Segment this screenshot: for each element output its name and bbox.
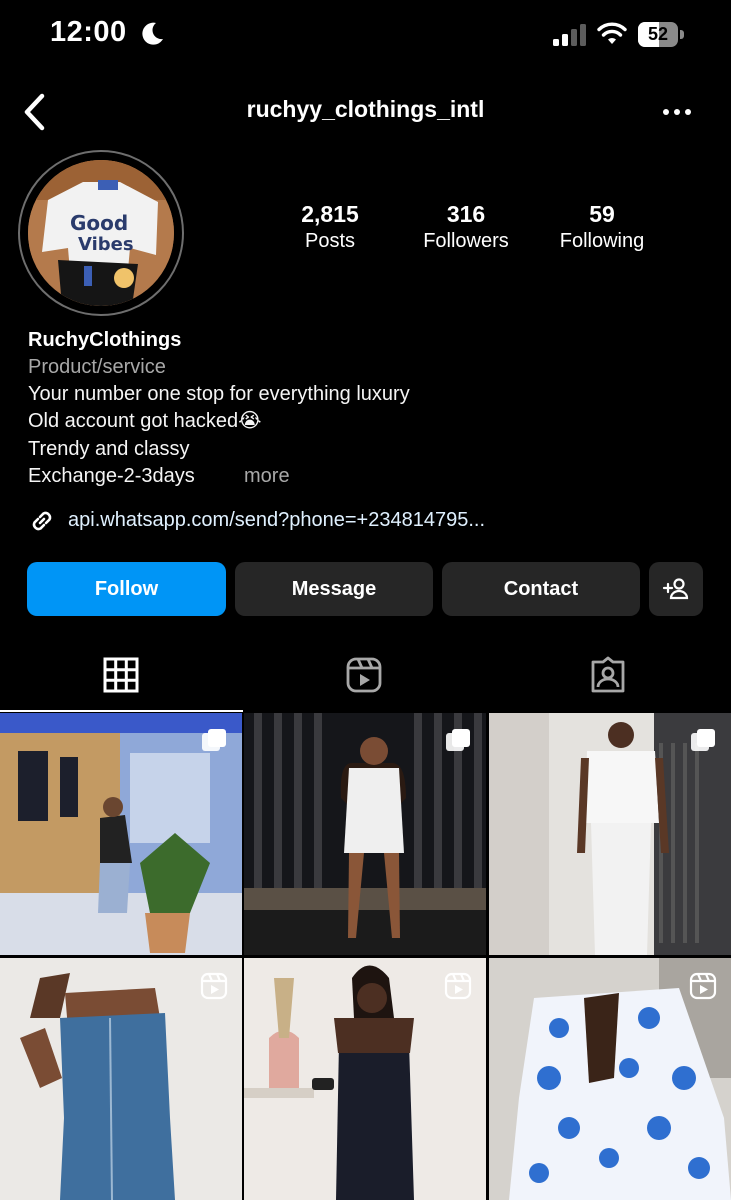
reel-thumbnail[interactable] — [244, 958, 486, 1200]
battery-indicator: 52 — [638, 22, 684, 47]
cellular-signal-icon — [553, 24, 586, 46]
wifi-icon — [597, 22, 627, 44]
multiple-posts-icon — [446, 729, 470, 751]
profile-website-link[interactable]: api.whatsapp.com/send?phone=+234814795..… — [68, 506, 485, 534]
bio-line: Your number one stop for everything luxu… — [28, 383, 410, 405]
followers-count-value: 316 — [446, 201, 486, 227]
profile-category: Product/service — [28, 356, 166, 378]
following-count-label: Following — [559, 230, 645, 252]
reel-icon — [689, 972, 717, 1000]
active-tab-indicator — [0, 710, 243, 712]
suggested-accounts-button[interactable] — [649, 562, 703, 616]
bio-line: Exchange-2-3days — [28, 465, 195, 487]
bio-line: Old account got hacked😭 — [28, 410, 262, 432]
post-thumbnail[interactable] — [0, 713, 242, 955]
profile-avatar[interactable]: Good Vibes — [28, 160, 174, 306]
profile-display-name: RuchyClothings — [28, 329, 182, 351]
bio-more-link[interactable]: more — [244, 463, 290, 490]
multiple-posts-icon — [202, 729, 226, 751]
reel-thumbnail[interactable] — [0, 958, 242, 1200]
following-count[interactable]: 59 Following — [527, 200, 677, 254]
bio-line: Trendy and classy — [28, 438, 190, 460]
post-thumbnail[interactable] — [489, 713, 731, 955]
battery-percentage: 52 — [647, 24, 669, 44]
posts-count[interactable]: 2,815 Posts — [255, 200, 405, 254]
posts-count-value: 2,815 — [301, 201, 359, 227]
posts-count-label: Posts — [304, 230, 356, 252]
reel-icon — [444, 972, 472, 1000]
moon-icon — [142, 22, 163, 45]
contact-button[interactable]: Contact — [442, 562, 640, 616]
reel-icon — [200, 972, 228, 1000]
svg-text:Vibes: Vibes — [78, 234, 134, 255]
following-count-value: 59 — [589, 201, 615, 227]
more-options-icon[interactable] — [660, 100, 694, 124]
reel-thumbnail[interactable] — [489, 958, 731, 1200]
link-icon — [32, 511, 52, 531]
followers-count[interactable]: 316 Followers — [391, 200, 541, 254]
tagged-icon[interactable] — [589, 656, 627, 694]
followers-count-label: Followers — [423, 230, 509, 252]
reels-icon[interactable] — [345, 656, 383, 694]
add-person-icon — [662, 578, 689, 600]
status-time: 12:00 — [50, 16, 127, 48]
post-thumbnail[interactable] — [244, 713, 486, 955]
message-button[interactable]: Message — [235, 562, 433, 616]
profile-username: ruchyy_clothings_intl — [246, 96, 485, 122]
multiple-posts-icon — [691, 729, 715, 751]
grid-icon[interactable] — [102, 656, 140, 694]
follow-button[interactable]: Follow — [27, 562, 226, 616]
svg-text:Good: Good — [70, 211, 128, 235]
